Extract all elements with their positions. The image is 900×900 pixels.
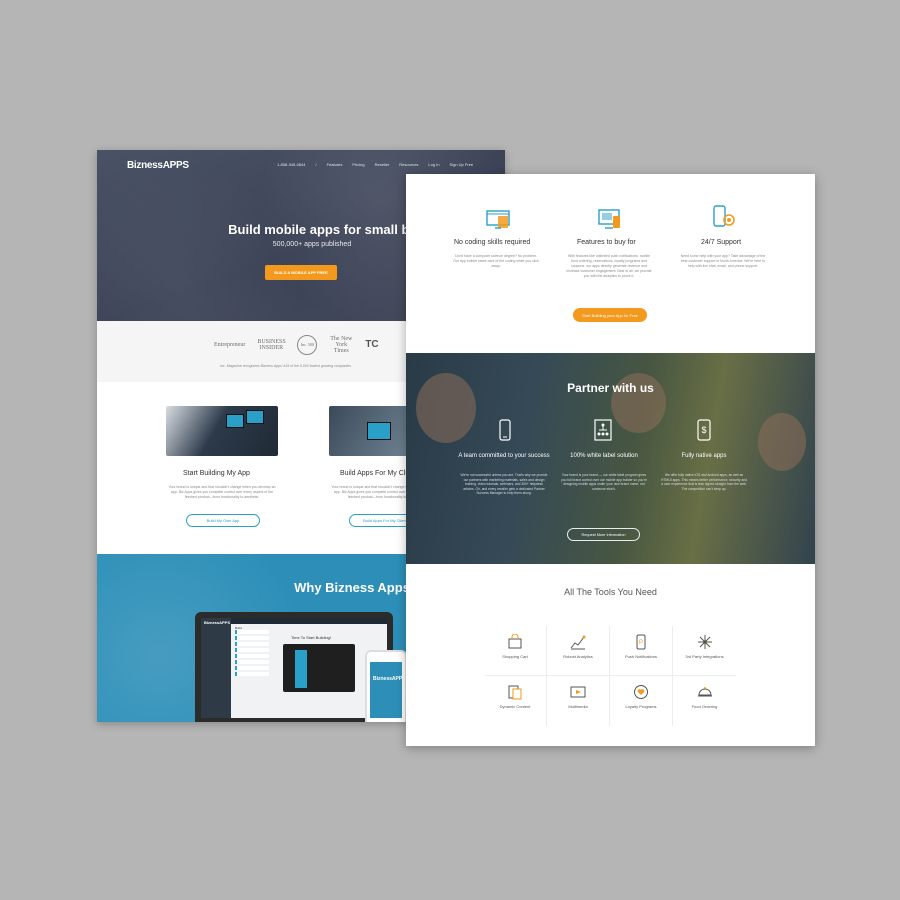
nav-phone[interactable]: 1-858-345-0844 (277, 162, 305, 167)
screen-graphic (246, 410, 264, 424)
logo[interactable]: BiznessAPPS (127, 160, 189, 171)
phone-logo: BiznessAPPS (373, 676, 406, 682)
partner-title: Partner with us (567, 381, 654, 395)
screen-graphic (367, 422, 391, 440)
tool-push-notifications: P Push Notifications (610, 626, 673, 676)
start-building-free-button[interactable]: Start Building your App for Free (573, 308, 647, 322)
list-item (235, 648, 269, 652)
tool-food-ordering: Food Ordering (673, 676, 736, 726)
card-text-start-building: Your brand is unique and that shouldn't … (168, 485, 276, 499)
card-image-building (166, 406, 278, 456)
tool-label: Push Notifications (624, 654, 657, 659)
press-caption: Inc. Magazine recognizes Bizness Apps' #… (220, 364, 352, 368)
cart-icon (508, 634, 522, 649)
phone-preview (283, 644, 355, 692)
press-logo-nyt: The New York Times (330, 336, 353, 354)
start-building-heading: Time To Start Building! (291, 635, 332, 640)
partner-item-title-team: A team committed to your success (458, 453, 550, 459)
tool-label: 3rd Party Integrations (685, 654, 724, 659)
feature-title-features: Features to buy for (577, 239, 636, 246)
feature-text-features: With features like unlimited push notifi… (566, 254, 652, 278)
photo-person (758, 413, 806, 471)
front-page-mockup: No coding skills required Don't have a c… (406, 174, 815, 746)
tool-label: Multimedia (568, 704, 588, 709)
support-gear-icon (713, 205, 735, 227)
tool-third-party: 3rd Party Integrations (673, 626, 736, 676)
tool-label: Dynamic Content (499, 704, 531, 709)
svg-text:P: P (639, 640, 643, 646)
tool-label: Robust Analytics (563, 654, 593, 659)
dollar-phone-icon: $ (697, 419, 711, 441)
feature-text-support: Need some help with your app? Take advan… (680, 254, 766, 268)
list-item (235, 672, 269, 676)
feature-title-no-coding: No coding skills required (454, 239, 531, 246)
heart-icon (634, 685, 648, 699)
desktop-icon (598, 209, 620, 229)
press-logos: Entrepreneur BUSINESS INSIDER Inc. 500 T… (214, 335, 379, 355)
top-nav: 1-858-345-0844 / Features Pricing Resell… (277, 162, 473, 167)
list-item (235, 636, 269, 640)
card-title-start-building: Start Building My App (183, 470, 250, 477)
tool-robust-analytics: Robust Analytics (547, 626, 610, 676)
push-icon: P (636, 634, 646, 650)
nav-separator: / (315, 162, 317, 167)
nav-features[interactable]: Features (327, 162, 343, 167)
screen-graphic (226, 414, 244, 428)
phone-mockup: BiznessAPPS (365, 650, 407, 722)
nav-login[interactable]: Log In (428, 162, 439, 167)
laptop-mockup: BiznessAPPS Build Time To Start Building… (195, 612, 393, 722)
svg-text:$: $ (701, 425, 706, 435)
nav-signup[interactable]: Sign Up Free (450, 162, 474, 167)
tool-shopping-cart: Shopping Cart (484, 626, 547, 676)
network-icon (697, 635, 712, 649)
code-icon (486, 210, 510, 229)
list-item (235, 654, 269, 658)
partner-item-title-native: Fully native apps (681, 453, 727, 459)
feature-text-no-coding: Don't have a computer science degree? No… (453, 254, 539, 268)
tool-loyalty-programs: Loyalty Programs (610, 676, 673, 726)
phone-icon (499, 419, 511, 441)
tool-label: Food Ordering (691, 704, 718, 709)
phone-screen (370, 662, 402, 718)
feature-title-support: 24/7 Support (701, 239, 742, 246)
list-item (235, 660, 269, 664)
press-logo-techcrunch: TC (365, 339, 379, 350)
partner-item-text-native: We offer fully native iOS and Android ap… (660, 473, 748, 491)
app-builder-sidebar: BiznessAPPS (201, 618, 231, 718)
list-item (235, 666, 269, 670)
tools-title: All The Tools You Need (564, 587, 657, 597)
nav-pricing[interactable]: Pricing (352, 162, 364, 167)
request-more-info-button[interactable]: Request More Information (567, 528, 640, 541)
feature-list (235, 630, 269, 678)
partner-item-text-white-label: Your brand is your brand — our white lab… (561, 473, 647, 491)
partner-section: Partner with us $ A team committed to yo… (406, 353, 815, 564)
tools-grid: Shopping Cart Robust Analytics P Push No… (484, 626, 736, 726)
cloche-icon (697, 687, 712, 697)
app-builder-topbar (231, 618, 387, 624)
nav-reseller[interactable]: Reseller (375, 162, 390, 167)
content-icon (508, 685, 522, 700)
tool-dynamic-content: Dynamic Content (484, 676, 547, 726)
list-item (235, 642, 269, 646)
tool-multimedia: Multimedia (547, 676, 610, 726)
press-logo-business-insider: BUSINESS INSIDER (257, 339, 286, 351)
media-icon (570, 686, 586, 698)
nav-resources[interactable]: Resources (399, 162, 418, 167)
list-item (235, 630, 269, 634)
press-logo-entrepreneur: Entrepreneur (214, 342, 246, 348)
tool-label: Loyalty Programs (625, 704, 657, 709)
build-my-own-app-button[interactable]: Build My Own App (186, 514, 260, 527)
laptop-screen: BiznessAPPS Build Time To Start Building… (201, 618, 387, 718)
sidebar-logo: BiznessAPPS (204, 620, 231, 625)
partner-item-text-team: We're not successful unless you are. Tha… (460, 473, 548, 496)
partner-item-title-white-label: 100% white label solution (570, 453, 638, 459)
press-logo-inc500: Inc. 500 (297, 335, 318, 355)
tool-label: Shopping Cart (502, 654, 528, 659)
build-app-free-button[interactable]: BUILD A MOBILE APP FREE (265, 265, 337, 280)
chart-icon (570, 635, 586, 650)
hierarchy-icon (594, 419, 612, 441)
